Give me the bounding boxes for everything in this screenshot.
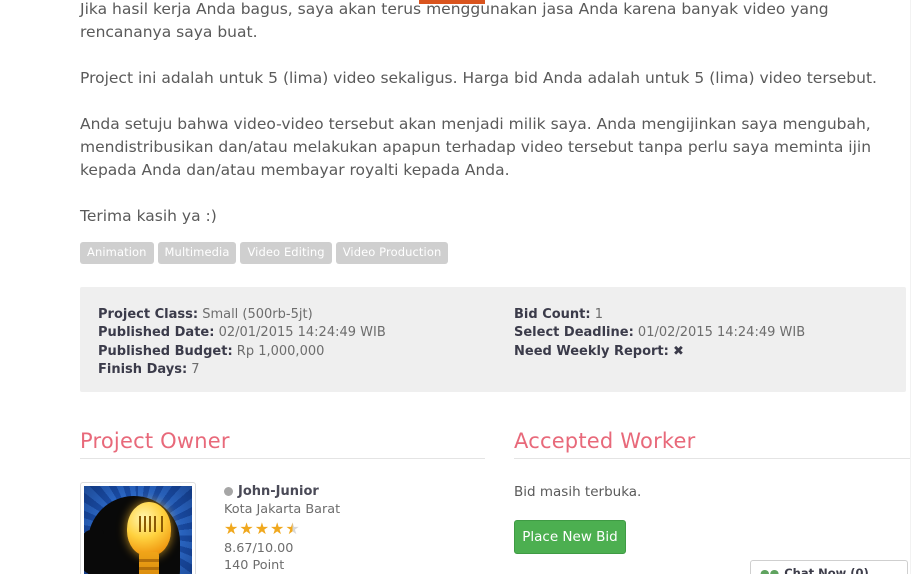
owner-avatar[interactable] — [80, 482, 196, 574]
info-row-select-deadline: Select Deadline: 01/02/2015 14:24:49 WIB — [514, 324, 805, 342]
lightbulb-head-icon — [84, 486, 192, 574]
project-info-left-column: Project Class: Small (500rb-5jt) Publish… — [98, 306, 386, 380]
star-icon-5-half: ★ — [285, 519, 300, 538]
info-row-published-budget: Published Budget: Rp 1,000,000 — [98, 343, 386, 361]
chat-now-widget-inner: ●● Chat Now (0) — [751, 561, 907, 574]
description-paragraph-2: Project ini adalah untuk 5 (lima) video … — [80, 69, 877, 87]
star-icon-1: ★ — [224, 519, 239, 538]
chat-bubble-icon: ●● — [760, 566, 780, 574]
info-row-project-class: Project Class: Small (500rb-5jt) — [98, 306, 386, 324]
tag-video-production[interactable]: Video Production — [335, 242, 449, 264]
description-paragraph-4: Terima kasih ya :) — [80, 207, 217, 225]
tag-multimedia[interactable]: Multimedia — [157, 242, 237, 264]
info-row-need-weekly-report: Need Weekly Report: ✖ — [514, 343, 805, 361]
star-icon-2: ★ — [239, 519, 254, 538]
project-info-right-column: Bid Count: 1 Select Deadline: 01/02/2015… — [514, 306, 805, 361]
description-paragraph-3: Anda setuju bahwa video-video tersebut a… — [80, 115, 872, 179]
info-row-published-date: Published Date: 02/01/2015 14:24:49 WIB — [98, 324, 386, 342]
owner-name-row: John-Junior — [224, 483, 340, 500]
bid-status-text: Bid masih terbuka. — [514, 484, 642, 500]
chat-now-label: Chat Now (0) — [784, 566, 869, 574]
chat-now-widget[interactable]: ●● Chat Now (0) — [750, 560, 908, 574]
info-label-project-class: Project Class: — [98, 307, 199, 322]
info-row-bid-count: Bid Count: 1 — [514, 306, 805, 324]
owner-rating-score: 8.67/10.00 — [224, 541, 294, 556]
cross-mark-icon: ✖ — [673, 343, 684, 359]
owner-details: John-Junior Kota Jakarta Barat ★ ★ ★ ★ ★… — [224, 483, 340, 574]
accepted-worker-heading: Accepted Worker — [514, 429, 696, 453]
project-tag-list: Animation Multimedia Video Editing Video… — [80, 242, 449, 264]
project-description: Jika hasil kerja Anda bagus, saya akan t… — [80, 0, 910, 251]
project-owner-divider — [80, 458, 485, 459]
tag-animation[interactable]: Animation — [80, 242, 154, 264]
info-label-bid-count: Bid Count: — [514, 307, 591, 322]
project-owner-heading: Project Owner — [80, 429, 230, 453]
accepted-worker-divider — [514, 458, 911, 459]
tag-video-editing[interactable]: Video Editing — [240, 242, 332, 264]
project-info-panel: Project Class: Small (500rb-5jt) Publish… — [80, 287, 906, 392]
info-label-published-budget: Published Budget: — [98, 343, 233, 359]
owner-username-link[interactable]: John-Junior — [238, 483, 319, 500]
owner-points: 140 Point — [224, 558, 285, 573]
info-value-project-class: Small (500rb-5jt) — [202, 307, 313, 322]
lightbulb-filament-shape — [139, 516, 163, 532]
info-value-bid-count: 1 — [594, 307, 604, 322]
info-value-select-deadline: 01/02/2015 14:24:49 WIB — [637, 325, 806, 341]
star-icon-4: ★ — [270, 519, 285, 538]
info-label-need-weekly-report: Need Weekly Report: — [514, 343, 669, 359]
lightbulb-base-shape — [139, 552, 159, 574]
description-paragraph-1: Jika hasil kerja Anda bagus, saya akan t… — [80, 0, 829, 41]
owner-rating-stars: ★ ★ ★ ★ ★ — [224, 521, 340, 537]
info-value-finish-days: 7 — [191, 362, 200, 378]
offline-status-dot-icon — [224, 487, 233, 496]
info-value-published-budget: Rp 1,000,000 — [236, 343, 325, 359]
info-row-finish-days: Finish Days: 7 — [98, 361, 386, 379]
info-label-published-date: Published Date: — [98, 325, 215, 341]
info-value-published-date: 02/01/2015 14:24:49 WIB — [218, 325, 386, 341]
place-new-bid-button[interactable]: Place New Bid — [514, 520, 626, 554]
info-label-select-deadline: Select Deadline: — [514, 325, 634, 341]
owner-city: Kota Jakarta Barat — [224, 502, 341, 517]
info-label-finish-days: Finish Days: — [98, 362, 188, 378]
project-detail-page: Jika hasil kerja Anda bagus, saya akan t… — [0, 0, 911, 574]
star-icon-3: ★ — [254, 519, 270, 538]
